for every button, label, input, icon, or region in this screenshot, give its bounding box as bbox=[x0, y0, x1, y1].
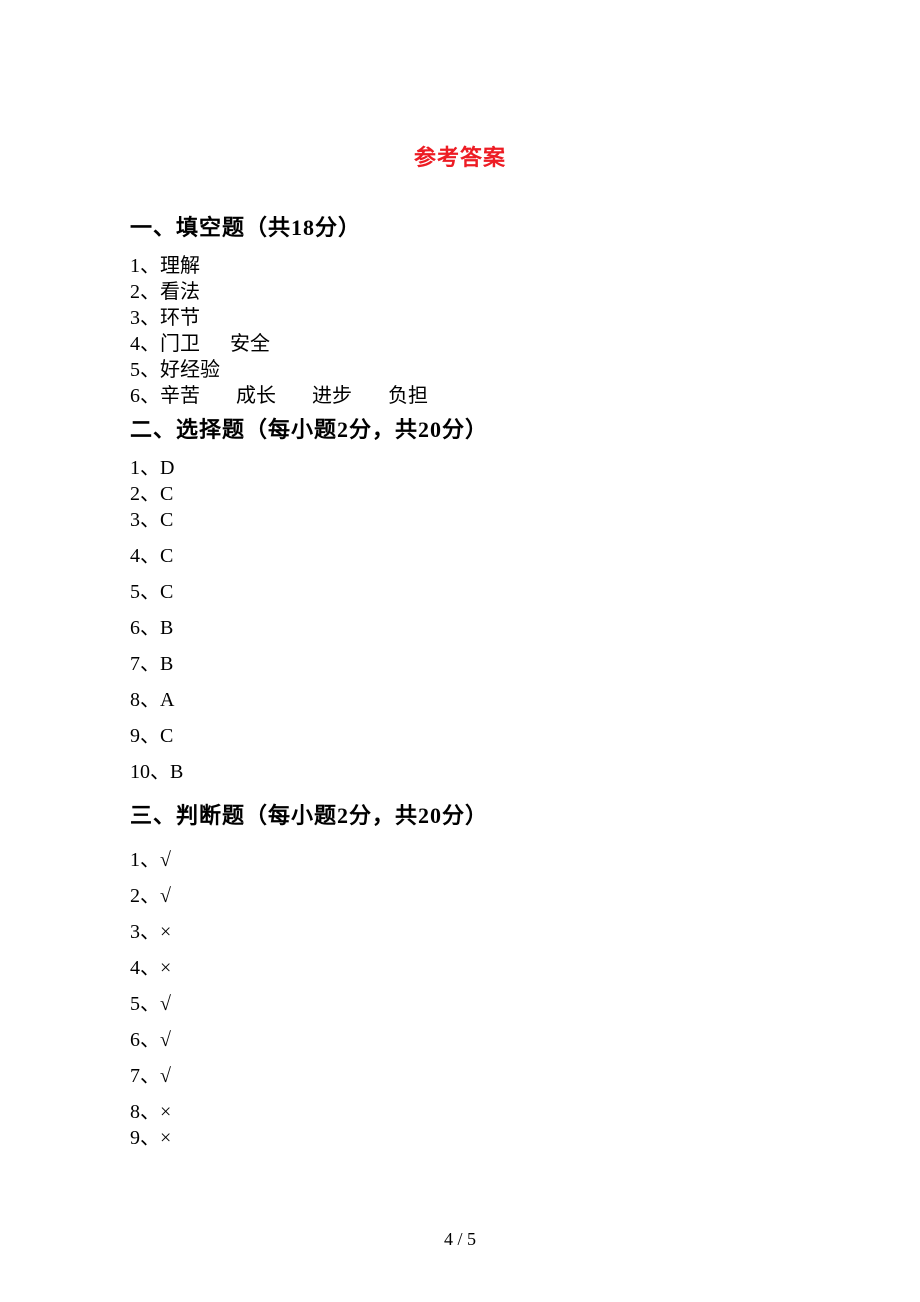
answer-1-4-part2: 安全 bbox=[230, 334, 270, 354]
answer-2-3: 3、C bbox=[130, 510, 790, 530]
answer-2-8: 8、A bbox=[130, 690, 790, 710]
answer-1-6-part2: 成长 bbox=[236, 386, 276, 406]
answer-1-4: 4、门卫 安全 bbox=[130, 334, 790, 354]
answer-2-5: 5、C bbox=[130, 582, 790, 602]
answer-2-6: 6、B bbox=[130, 618, 790, 638]
answer-2-4: 4、C bbox=[130, 546, 790, 566]
answer-3-3: 3、× bbox=[130, 922, 790, 942]
answer-2-10: 10、B bbox=[130, 762, 790, 782]
answer-3-6: 6、√ bbox=[130, 1030, 790, 1050]
answer-3-4: 4、× bbox=[130, 958, 790, 978]
answer-2-7: 7、B bbox=[130, 654, 790, 674]
answer-1-6-num: 6、 bbox=[130, 386, 160, 406]
answer-1-3: 3、环节 bbox=[130, 308, 790, 328]
section-heading-1: 一、填空题（共18分） bbox=[130, 210, 790, 242]
answer-2-9: 9、C bbox=[130, 726, 790, 746]
answer-3-1: 1、√ bbox=[130, 850, 790, 870]
answer-3-9: 9、× bbox=[130, 1128, 790, 1148]
answer-3-8: 8、× bbox=[130, 1102, 790, 1122]
section-multiple-choice: 二、选择题（每小题2分，共20分） 1、D 2、C 3、C 4、C 5、C 6、… bbox=[130, 412, 790, 782]
section-heading-2: 二、选择题（每小题2分，共20分） bbox=[130, 412, 790, 444]
answer-2-1: 1、D bbox=[130, 458, 790, 478]
answer-3-7: 7、√ bbox=[130, 1066, 790, 1086]
answer-3-2: 2、√ bbox=[130, 886, 790, 906]
section-heading-3: 三、判断题（每小题2分，共20分） bbox=[130, 798, 790, 830]
section-true-false: 三、判断题（每小题2分，共20分） 1、√ 2、√ 3、× 4、× 5、√ 6、… bbox=[130, 798, 790, 1148]
answer-1-4-num: 4、 bbox=[130, 334, 160, 354]
answer-1-6-part4: 负担 bbox=[388, 386, 428, 406]
page-body: 参考答案 一、填空题（共18分） 1、理解 2、看法 3、环节 4、门卫 安全 5… bbox=[0, 0, 920, 1148]
section-fill-blank: 一、填空题（共18分） 1、理解 2、看法 3、环节 4、门卫安全 5、好经验 … bbox=[130, 210, 790, 406]
page-number: 4 / 5 bbox=[0, 1229, 920, 1250]
answer-1-5: 5、好经验 bbox=[130, 360, 790, 380]
answer-1-4-part1: 门卫 bbox=[160, 334, 200, 354]
answer-1-6-part1: 辛苦 bbox=[160, 386, 200, 406]
answer-3-5: 5、√ bbox=[130, 994, 790, 1014]
page-title: 参考答案 bbox=[130, 140, 790, 172]
answer-1-1: 1、理解 bbox=[130, 256, 790, 276]
answer-2-2: 2、C bbox=[130, 484, 790, 504]
answer-1-6-part3: 进步 bbox=[312, 386, 352, 406]
answer-1-6: 6、辛苦 成长 进步 负担 bbox=[130, 386, 790, 406]
answer-1-2: 2、看法 bbox=[130, 282, 790, 302]
